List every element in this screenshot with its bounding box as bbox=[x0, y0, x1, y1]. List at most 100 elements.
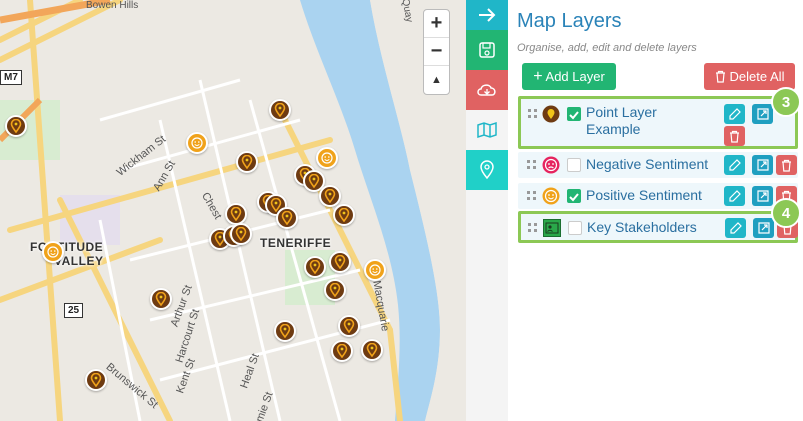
smile-face-icon bbox=[369, 264, 381, 276]
point-marker[interactable] bbox=[230, 223, 252, 245]
point-marker[interactable] bbox=[276, 207, 298, 229]
save-button[interactable] bbox=[466, 30, 508, 70]
location-pin-icon bbox=[279, 324, 291, 338]
map-layers-button[interactable] bbox=[466, 110, 508, 150]
edit-icon bbox=[728, 159, 741, 171]
step-badge-3: 3 bbox=[771, 87, 801, 117]
location-pin-button[interactable] bbox=[466, 150, 508, 190]
layer-row-positive-sentiment[interactable]: Positive Sentiment bbox=[518, 183, 798, 209]
tool-strip bbox=[466, 0, 508, 421]
check-icon bbox=[569, 111, 579, 120]
smile-face-icon bbox=[321, 152, 333, 164]
layer-visibility-checkbox[interactable] bbox=[567, 107, 581, 121]
location-pin-icon bbox=[155, 292, 167, 306]
add-layer-label: Add Layer bbox=[545, 69, 605, 84]
point-marker[interactable] bbox=[338, 315, 360, 337]
location-pin-icon bbox=[230, 207, 242, 221]
location-pin-icon bbox=[308, 174, 320, 188]
location-pin-icon bbox=[366, 343, 378, 357]
zoom-out-button[interactable]: − bbox=[424, 38, 449, 66]
layer-row-negative-sentiment[interactable]: Negative Sentiment bbox=[518, 152, 798, 178]
delete-all-label: Delete All bbox=[729, 69, 785, 84]
trash-icon bbox=[715, 70, 725, 83]
cloud-download-icon bbox=[477, 84, 496, 96]
collapse-panel-button[interactable] bbox=[466, 0, 508, 30]
step-badge-4: 4 bbox=[771, 198, 801, 228]
location-pin-icon bbox=[329, 283, 341, 297]
cloud-download-button[interactable] bbox=[466, 70, 508, 110]
edit-layer-button[interactable] bbox=[724, 155, 745, 175]
add-layer-button[interactable]: + Add Layer bbox=[522, 63, 616, 90]
layer-visibility-checkbox[interactable] bbox=[567, 189, 581, 203]
point-marker[interactable] bbox=[236, 151, 258, 173]
export-layer-button[interactable] bbox=[752, 104, 773, 124]
point-marker[interactable] bbox=[274, 320, 296, 342]
delete-layer-button[interactable] bbox=[776, 155, 797, 175]
location-pin-icon bbox=[90, 373, 102, 387]
delete-layer-button[interactable] bbox=[724, 126, 745, 146]
id-card-icon bbox=[543, 219, 561, 237]
point-marker[interactable] bbox=[319, 185, 341, 207]
drag-handle-icon[interactable] bbox=[528, 109, 538, 119]
panel-subtitle: Organise, add, edit and delete layers bbox=[517, 42, 697, 54]
map-view[interactable]: Bowen Hills Quay Wickham St Ann St Chest… bbox=[0, 0, 466, 421]
trash-icon bbox=[782, 159, 791, 172]
point-marker[interactable] bbox=[269, 99, 291, 121]
export-layer-button[interactable] bbox=[752, 186, 773, 206]
point-marker[interactable] bbox=[324, 279, 346, 301]
location-pin-icon bbox=[343, 319, 355, 333]
smile-face-icon bbox=[542, 187, 560, 205]
zoom-in-button[interactable]: + bbox=[424, 10, 449, 38]
export-layer-button[interactable] bbox=[752, 155, 773, 175]
external-link-icon bbox=[757, 222, 770, 234]
point-marker[interactable] bbox=[5, 115, 27, 137]
point-marker[interactable] bbox=[333, 204, 355, 226]
app-root: Bowen Hills Quay Wickham St Ann St Chest… bbox=[0, 0, 803, 421]
layer-name: Key Stakeholders bbox=[587, 219, 697, 235]
sentiment-marker[interactable] bbox=[186, 132, 208, 154]
save-icon bbox=[479, 42, 495, 58]
export-layer-button[interactable] bbox=[753, 218, 774, 238]
edit-layer-button[interactable] bbox=[725, 218, 746, 238]
arrow-right-icon bbox=[479, 8, 496, 22]
point-marker[interactable] bbox=[150, 288, 172, 310]
drag-handle-icon[interactable] bbox=[527, 160, 537, 170]
external-link-icon bbox=[756, 159, 769, 171]
external-link-icon bbox=[756, 108, 769, 120]
layer-row-point-layer[interactable]: Point Layer Example 3 bbox=[518, 87, 801, 149]
layer-visibility-checkbox[interactable] bbox=[568, 221, 582, 235]
drag-handle-icon[interactable] bbox=[527, 191, 537, 201]
location-pin-icon bbox=[334, 255, 346, 269]
point-marker[interactable] bbox=[361, 339, 383, 361]
point-marker[interactable] bbox=[331, 340, 353, 362]
edit-layer-button[interactable] bbox=[724, 186, 745, 206]
point-marker-icon bbox=[542, 105, 560, 123]
point-marker[interactable] bbox=[225, 203, 247, 225]
location-pin-icon bbox=[241, 155, 253, 169]
edit-icon bbox=[728, 190, 741, 202]
layer-visibility-checkbox[interactable] bbox=[567, 158, 581, 172]
trash-icon bbox=[730, 130, 739, 143]
edit-icon bbox=[729, 222, 742, 234]
route-shield-m7: M7 bbox=[0, 70, 22, 85]
smile-face-icon bbox=[191, 137, 203, 149]
edit-layer-button[interactable] bbox=[724, 104, 745, 124]
point-marker[interactable] bbox=[304, 256, 326, 278]
location-pin-icon bbox=[480, 160, 494, 180]
label-bowen-hills: Bowen Hills bbox=[86, 0, 139, 11]
route-shield-25: 25 bbox=[64, 303, 84, 318]
layer-row-key-stakeholders[interactable]: Key Stakeholders 4 bbox=[518, 198, 801, 243]
point-marker[interactable] bbox=[85, 369, 107, 391]
label-teneriffe: TENERIFFE bbox=[260, 236, 332, 250]
drag-handle-icon[interactable] bbox=[528, 223, 538, 233]
point-marker[interactable] bbox=[329, 251, 351, 273]
label-fortitude: FORTITUDE bbox=[30, 240, 104, 254]
sad-face-icon bbox=[542, 156, 560, 174]
delete-all-button[interactable]: Delete All bbox=[704, 63, 795, 90]
sentiment-marker[interactable] bbox=[42, 241, 64, 263]
sentiment-marker[interactable] bbox=[364, 259, 386, 281]
sentiment-marker[interactable] bbox=[316, 147, 338, 169]
location-pin-icon bbox=[324, 189, 336, 203]
layer-name-line1: Point Layer bbox=[586, 104, 657, 120]
north-compass-button[interactable]: ▲ bbox=[424, 66, 449, 94]
